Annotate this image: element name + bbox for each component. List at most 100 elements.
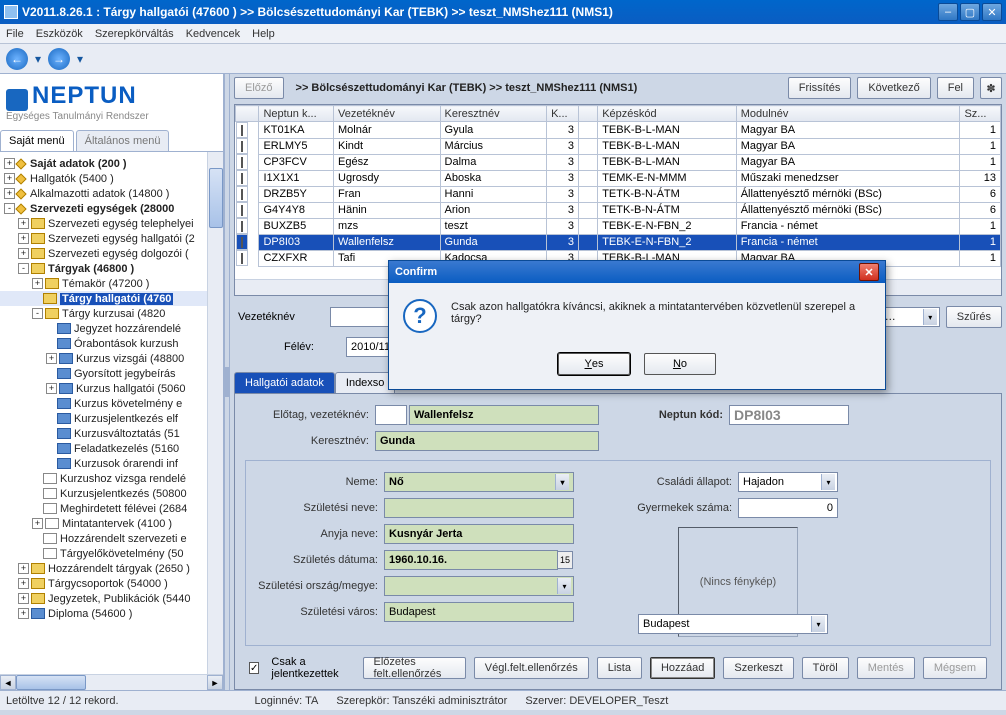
row-checkbox[interactable]: [241, 221, 243, 232]
cancel-button[interactable]: Mégsem: [923, 657, 987, 679]
tree-node[interactable]: +Kurzus hallgatói (5060: [0, 381, 223, 396]
expand-icon[interactable]: +: [4, 173, 15, 184]
row-checkbox[interactable]: [241, 157, 243, 168]
col-header[interactable]: Keresztnév: [440, 106, 547, 122]
row-checkbox[interactable]: [241, 189, 243, 200]
nav-back-button[interactable]: ←: [6, 48, 28, 70]
col-header[interactable]: Modulnév: [736, 106, 960, 122]
expand-icon[interactable]: +: [32, 518, 43, 529]
expand-icon[interactable]: +: [4, 158, 15, 169]
tree-node[interactable]: +Hozzárendelt tárgyak (2650 ): [0, 561, 223, 576]
tree-node[interactable]: Jegyzet hozzárendelé: [0, 321, 223, 336]
row-checkbox[interactable]: [241, 173, 243, 184]
prev-button[interactable]: Előző: [234, 77, 284, 99]
precheck-button[interactable]: Előzetes felt.ellenőrzés: [363, 657, 466, 679]
close-button[interactable]: ✕: [982, 3, 1002, 21]
col-header[interactable]: Sz...: [960, 106, 1001, 122]
row-checkbox[interactable]: [241, 141, 243, 152]
expand-icon[interactable]: -: [18, 263, 29, 274]
table-row[interactable]: I1X1X1UgrosdyAboska3TEMK-E-N-MMMMűszaki …: [236, 170, 1001, 186]
birth-city-input[interactable]: Budapest: [384, 602, 574, 622]
tree-node[interactable]: Kurzusváltoztatás (51: [0, 426, 223, 441]
sex-select[interactable]: Nő▾: [384, 472, 574, 492]
tree-hscrollbar[interactable]: ◄►: [0, 674, 223, 690]
minimize-button[interactable]: –: [938, 3, 958, 21]
refresh-button[interactable]: Frissítés: [788, 77, 852, 99]
expand-icon[interactable]: +: [46, 383, 57, 394]
filter-op-select[interactable]: …▾: [880, 307, 940, 327]
menu-eszközök[interactable]: Eszközök: [36, 28, 83, 40]
finalcheck-button[interactable]: Végl.felt.ellenőrzés: [474, 657, 589, 679]
table-row[interactable]: DP8I03WallenfelszGunda3TEBK-E-N-FBN_2Fra…: [236, 234, 1001, 250]
table-row[interactable]: DRZB5YFranHanni3TETK-B-N-ÁTMÁllattenyész…: [236, 186, 1001, 202]
tree-node[interactable]: -Tárgyak (46800 ): [0, 261, 223, 276]
tree-node[interactable]: +Mintatantervek (4100 ): [0, 516, 223, 531]
mother-name-input[interactable]: Kusnyár Jerta: [384, 524, 574, 544]
birthdate-input[interactable]: 1960.10.16.: [384, 550, 558, 570]
up-button[interactable]: Fel: [937, 77, 974, 99]
expand-icon[interactable]: +: [18, 218, 29, 229]
prefix-input[interactable]: [375, 405, 407, 425]
expand-icon[interactable]: +: [4, 188, 15, 199]
tree-node[interactable]: +Alkalmazotti adatok (14800 ): [0, 186, 223, 201]
tree-node[interactable]: Kurzusjelentkezés elf: [0, 411, 223, 426]
col-header[interactable]: [236, 106, 259, 122]
next-button[interactable]: Következő: [857, 77, 930, 99]
tree-node[interactable]: Feladatkezelés (5160: [0, 441, 223, 456]
subtab[interactable]: Indexso: [335, 372, 396, 393]
expand-icon[interactable]: +: [32, 278, 43, 289]
tab-own-menu[interactable]: Saját menü: [0, 130, 74, 151]
edit-button[interactable]: Szerkeszt: [723, 657, 793, 679]
maximize-button[interactable]: ▢: [960, 3, 980, 21]
tree-node[interactable]: +Tárgycsoportok (54000 ): [0, 576, 223, 591]
dialog-yes-button[interactable]: Yes: [558, 353, 630, 375]
row-checkbox[interactable]: [241, 237, 243, 248]
add-button[interactable]: Hozzáad: [650, 657, 715, 679]
nav-tree[interactable]: +Saját adatok (200 )+Hallgatók (5400 )+A…: [0, 152, 223, 674]
menu-help[interactable]: Help: [252, 28, 275, 40]
children-input[interactable]: 0: [738, 498, 838, 518]
subtab[interactable]: Hallgatói adatok: [234, 372, 335, 393]
tab-general-menu[interactable]: Általános menü: [76, 130, 170, 151]
table-row[interactable]: G4Y4Y8HäninArion3TETK-B-N-ÁTMÁllattenyés…: [236, 202, 1001, 218]
col-header[interactable]: K...: [547, 106, 579, 122]
dialog-no-button[interactable]: No: [644, 353, 716, 375]
expand-icon[interactable]: -: [4, 203, 15, 214]
calendar-icon[interactable]: 15: [557, 551, 573, 569]
birthname-input[interactable]: [384, 498, 574, 518]
save-button[interactable]: Mentés: [857, 657, 915, 679]
tree-node[interactable]: Kurzusok órarendi inf: [0, 456, 223, 471]
tools-icon[interactable]: ✽: [980, 77, 1002, 99]
firstname-value[interactable]: Gunda: [375, 431, 599, 451]
tree-node[interactable]: +Jegyzetek, Publikációk (5440: [0, 591, 223, 606]
nav-back-dropdown[interactable]: ▾: [32, 48, 44, 70]
row-checkbox[interactable]: [241, 125, 243, 136]
dialog-close-button[interactable]: ✕: [859, 263, 879, 281]
tree-node[interactable]: Hozzárendelt szervezeti e: [0, 531, 223, 546]
table-row[interactable]: CP3FCVEgészDalma3TEBK-B-L-MANMagyar BA1: [236, 154, 1001, 170]
table-row[interactable]: BUXZB5mzsteszt3TEBK-E-N-FBN_2Francia - n…: [236, 218, 1001, 234]
tree-scrollbar[interactable]: [207, 152, 223, 674]
expand-icon[interactable]: +: [18, 608, 29, 619]
tree-node[interactable]: +Hallgatók (5400 ): [0, 171, 223, 186]
expand-icon[interactable]: +: [18, 248, 29, 259]
tree-node[interactable]: Órabontások kurzush: [0, 336, 223, 351]
col-header[interactable]: [579, 106, 598, 122]
tree-node[interactable]: Gyorsított jegybeírás: [0, 366, 223, 381]
tree-node[interactable]: Kurzushoz vizsga rendelé: [0, 471, 223, 486]
menu-file[interactable]: File: [6, 28, 24, 40]
tree-node[interactable]: Tárgy hallgatói (4760: [0, 291, 223, 306]
table-row[interactable]: ERLMY5KindtMárcius3TEBK-B-L-MANMagyar BA…: [236, 138, 1001, 154]
lastname-value[interactable]: Wallenfelsz: [409, 405, 599, 425]
table-row[interactable]: KT01KAMolnárGyula3TEBK-B-L-MANMagyar BA1: [236, 122, 1001, 139]
tree-node[interactable]: +Témakör (47200 ): [0, 276, 223, 291]
tree-node[interactable]: Meghirdetett félévei (2684: [0, 501, 223, 516]
tree-node[interactable]: +Szervezeti egység hallgatói (2: [0, 231, 223, 246]
expand-icon[interactable]: +: [18, 233, 29, 244]
marital-select[interactable]: Hajadon▾: [738, 472, 838, 492]
col-header[interactable]: Képzéskód: [598, 106, 737, 122]
list-button[interactable]: Lista: [597, 657, 642, 679]
expand-icon[interactable]: +: [18, 563, 29, 574]
tree-node[interactable]: Tárgyelőkövetelmény (50: [0, 546, 223, 561]
tree-node[interactable]: Kurzus követelmény e: [0, 396, 223, 411]
